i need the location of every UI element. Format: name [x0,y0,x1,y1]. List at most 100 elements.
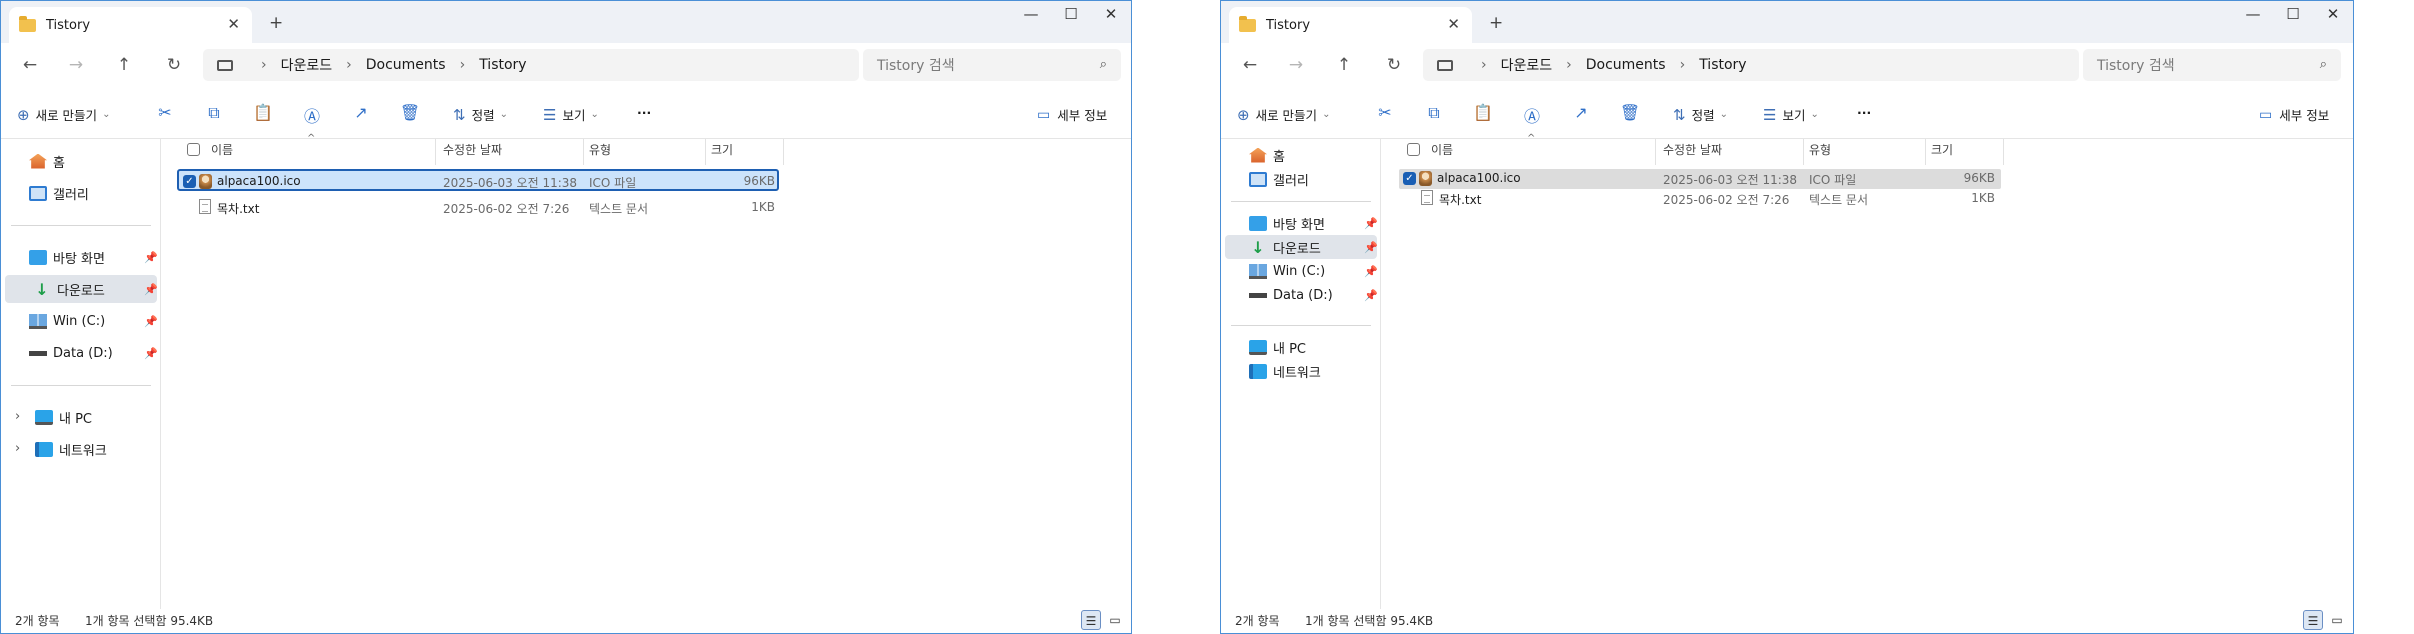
sidebar-item-gallery[interactable]: 갤러리 [29,179,149,207]
details-view-button[interactable]: ☰ [1081,610,1101,630]
sidebar-item-drive-d[interactable]: Data (D:) [29,339,149,367]
more-options-button[interactable]: ··· [637,105,651,120]
column-divider[interactable] [1803,139,1804,165]
breadcrumb-tistory[interactable]: Tistory [479,57,526,73]
sidebar-item-gallery[interactable]: 갤러리 [1249,167,1369,191]
minimize-button[interactable]: — [2233,5,2273,23]
sort-button[interactable]: ⇅ 정렬 ⌄ [453,105,508,124]
tiles-view-button[interactable]: ▭ [1105,610,1125,630]
sidebar-item-home[interactable]: 홈 [1249,143,1369,167]
refresh-button[interactable]: ↻ [1381,55,1407,75]
column-divider[interactable] [705,139,706,165]
forward-button[interactable]: → [1283,55,1309,75]
table-row[interactable]: 목차.txt 2025-06-02 오전 7:26 텍스트 문서 1KB [1399,189,2001,209]
column-header-name[interactable]: 이름 [211,141,233,158]
sidebar-item-this-pc[interactable]: 내 PC [35,403,145,431]
column-header-name[interactable]: 이름 [1431,141,1453,158]
details-view-button[interactable]: ☰ [2303,610,2323,630]
forward-button[interactable]: → [63,55,89,75]
back-button[interactable]: ← [1237,55,1263,75]
delete-icon[interactable]: 🗑 [1619,103,1641,125]
address-bar[interactable]: › 다운로드 › Documents › Tistory [203,49,859,81]
breadcrumb-downloads[interactable]: 다운로드 [281,55,333,75]
table-row[interactable]: ✓ alpaca100.ico 2025-06-03 오전 11:38 ICO … [177,169,779,191]
details-pane-button[interactable]: ▭ 세부 정보 [1037,105,1107,124]
column-divider[interactable] [2003,139,2004,165]
maximize-button[interactable]: ☐ [2273,5,2313,23]
back-button[interactable]: ← [17,55,43,75]
new-tab-button[interactable]: + [1489,13,1503,33]
row-checkbox[interactable]: ✓ [183,175,196,188]
table-row[interactable]: 목차.txt 2025-06-02 오전 7:26 텍스트 문서 1KB [177,197,779,219]
copy-icon[interactable]: ⧉ [203,103,225,125]
column-header-type[interactable]: 유형 [589,141,611,158]
close-window-button[interactable]: ✕ [1091,5,1131,23]
share-icon[interactable]: ↗ [1570,103,1592,125]
sidebar-item-label: Win (C:) [1273,263,1326,279]
up-button[interactable]: ↑ [1331,55,1357,75]
more-options-button[interactable]: ··· [1857,105,1871,120]
search-input[interactable]: Tistory 검색 ⌕ [863,49,1121,81]
select-all-checkbox[interactable] [187,143,200,156]
rename-icon[interactable]: Ⓐ [1521,103,1543,126]
column-divider[interactable] [783,139,784,165]
title-bar: Tistory ✕ + — ☐ ✕ [1221,1,2353,43]
up-button[interactable]: ↑ [111,55,137,75]
column-header-modified[interactable]: 수정한 날짜 [1663,141,1722,158]
column-divider[interactable] [1655,139,1656,165]
tab-tistory[interactable]: Tistory ✕ [1229,7,1472,43]
chevron-right-icon[interactable]: › [15,441,20,456]
sidebar-item-desktop[interactable]: 바탕 화면 [29,243,149,271]
breadcrumb-documents[interactable]: Documents [1586,57,1666,73]
view-button[interactable]: ☰ 보기 ⌄ [543,105,599,124]
column-divider[interactable] [583,139,584,165]
close-window-button[interactable]: ✕ [2313,5,2353,23]
sidebar-item-downloads[interactable]: ↓ 다운로드 [5,275,157,303]
new-button[interactable]: ⊕ 새로 만들기 ⌄ [17,105,110,124]
copy-icon[interactable]: ⧉ [1423,103,1445,125]
tab-close-icon[interactable]: ✕ [227,15,240,33]
select-all-checkbox[interactable] [1407,143,1420,156]
sort-button[interactable]: ⇅ 정렬 ⌄ [1673,105,1728,124]
column-header-type[interactable]: 유형 [1809,141,1831,158]
maximize-button[interactable]: ☐ [1051,5,1091,23]
sidebar-item-home[interactable]: 홈 [29,147,149,175]
paste-icon[interactable]: 📋 [1472,103,1494,125]
column-divider[interactable] [435,139,436,165]
address-bar[interactable]: › 다운로드 › Documents › Tistory [1423,49,2079,81]
view-button[interactable]: ☰ 보기 ⌄ [1763,105,1819,124]
sidebar-item-downloads[interactable]: ↓ 다운로드 [1225,235,1377,259]
row-checkbox[interactable]: ✓ [1403,172,1416,185]
sidebar-item-network[interactable]: 네트워크 [1249,359,1369,383]
paste-icon[interactable]: 📋 [252,103,274,125]
delete-icon[interactable]: 🗑 [399,103,421,125]
column-header-size[interactable]: 크기 [711,141,733,158]
search-input[interactable]: Tistory 검색 ⌕ [2083,49,2341,81]
column-header-size[interactable]: 크기 [1931,141,1953,158]
new-button[interactable]: ⊕ 새로 만들기 ⌄ [1237,105,1330,124]
sidebar-item-network[interactable]: 네트워크 [35,435,145,463]
rename-icon[interactable]: Ⓐ [301,103,323,126]
breadcrumb-tistory[interactable]: Tistory [1699,57,1746,73]
minimize-button[interactable]: — [1011,5,1051,23]
details-pane-button[interactable]: ▭ 세부 정보 [2259,105,2329,124]
sidebar-item-drive-c[interactable]: Win (C:) [29,307,149,335]
chevron-right-icon[interactable]: › [15,409,20,424]
sidebar-item-this-pc[interactable]: 내 PC [1249,335,1369,359]
sidebar-item-drive-d[interactable]: Data (D:) [1249,283,1369,307]
tab-tistory[interactable]: Tistory ✕ [9,7,252,43]
tab-close-icon[interactable]: ✕ [1447,15,1460,33]
table-row[interactable]: ✓ alpaca100.ico 2025-06-03 오전 11:38 ICO … [1399,169,2001,189]
new-tab-button[interactable]: + [269,13,283,33]
column-header-modified[interactable]: 수정한 날짜 [443,141,502,158]
share-icon[interactable]: ↗ [350,103,372,125]
breadcrumb-documents[interactable]: Documents [366,57,446,73]
cut-icon[interactable]: ✂ [1374,103,1396,125]
breadcrumb-downloads[interactable]: 다운로드 [1501,55,1553,75]
column-divider[interactable] [1925,139,1926,165]
sidebar-item-desktop[interactable]: 바탕 화면 [1249,211,1369,235]
tiles-view-button[interactable]: ▭ [2327,610,2347,630]
cut-icon[interactable]: ✂ [154,103,176,125]
sidebar-item-drive-c[interactable]: Win (C:) [1249,259,1369,283]
refresh-button[interactable]: ↻ [161,55,187,75]
